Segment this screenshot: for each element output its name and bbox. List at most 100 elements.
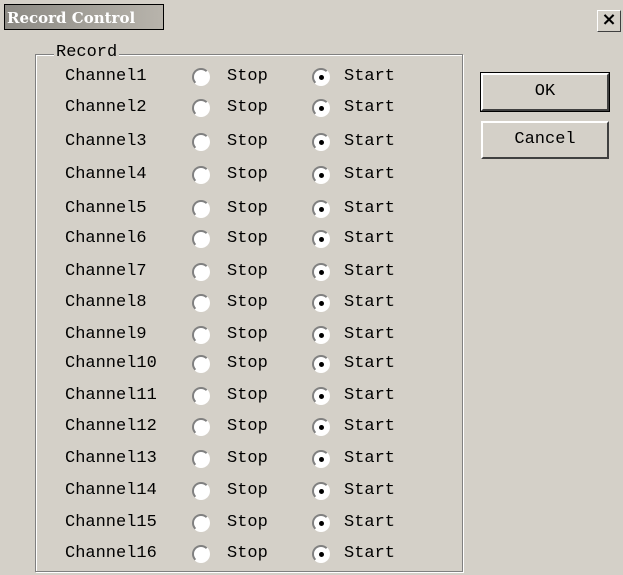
stop-radio[interactable] [192, 230, 210, 248]
start-radio[interactable] [312, 263, 330, 281]
channel-label: Channel14 [65, 481, 157, 500]
channel-label: Channel9 [65, 325, 147, 344]
start-radio[interactable] [312, 355, 330, 373]
channel-row: Channel14 Stop Start [0, 478, 463, 504]
start-label[interactable]: Start [344, 541, 395, 567]
stop-label[interactable]: Stop [227, 95, 268, 121]
start-label[interactable]: Start [344, 510, 395, 536]
stop-radio[interactable] [192, 355, 210, 373]
stop-radio[interactable] [192, 294, 210, 312]
start-radio[interactable] [312, 545, 330, 563]
start-radio[interactable] [312, 200, 330, 218]
channel-label: Channel11 [65, 386, 157, 405]
channel-label: Channel4 [65, 165, 147, 184]
channel-label: Channel10 [65, 354, 157, 373]
stop-label[interactable]: Stop [227, 259, 268, 285]
start-radio[interactable] [312, 68, 330, 86]
stop-radio[interactable] [192, 200, 210, 218]
stop-label[interactable]: Stop [227, 322, 268, 348]
channel-label: Channel16 [65, 544, 157, 563]
stop-radio[interactable] [192, 387, 210, 405]
stop-label[interactable]: Stop [227, 446, 268, 472]
stop-radio[interactable] [192, 450, 210, 468]
stop-label[interactable]: Stop [227, 196, 268, 222]
ok-button[interactable]: OK [480, 72, 610, 112]
start-label[interactable]: Start [344, 196, 395, 222]
stop-label[interactable]: Stop [227, 541, 268, 567]
start-radio[interactable] [312, 387, 330, 405]
start-label[interactable]: Start [344, 162, 395, 188]
stop-label[interactable]: Stop [227, 162, 268, 188]
channel-label: Channel7 [65, 262, 147, 281]
start-radio[interactable] [312, 99, 330, 117]
start-label[interactable]: Start [344, 383, 395, 409]
channel-row: Channel9 Stop Start [0, 322, 463, 348]
stop-label[interactable]: Stop [227, 129, 268, 155]
channel-label: Channel15 [65, 513, 157, 532]
channel-row: Channel13 Stop Start [0, 446, 463, 472]
stop-label[interactable]: Stop [227, 351, 268, 377]
close-button[interactable]: × [597, 10, 621, 32]
start-radio[interactable] [312, 294, 330, 312]
channel-row: Channel15 Stop Start [0, 510, 463, 536]
start-radio[interactable] [312, 450, 330, 468]
start-label[interactable]: Start [344, 351, 395, 377]
stop-radio[interactable] [192, 166, 210, 184]
stop-label[interactable]: Stop [227, 510, 268, 536]
stop-label[interactable]: Stop [227, 226, 268, 252]
stop-label[interactable]: Stop [227, 383, 268, 409]
channel-label: Channel3 [65, 132, 147, 151]
channel-row: Channel12 Stop Start [0, 414, 463, 440]
start-label[interactable]: Start [344, 95, 395, 121]
stop-label[interactable]: Stop [227, 64, 268, 90]
record-group-label: Record [54, 43, 120, 63]
stop-label[interactable]: Stop [227, 478, 268, 504]
start-label[interactable]: Start [344, 478, 395, 504]
start-label[interactable]: Start [344, 446, 395, 472]
channel-label: Channel1 [65, 67, 147, 86]
stop-radio[interactable] [192, 482, 210, 500]
window-title: Record Control [4, 4, 164, 30]
start-radio[interactable] [312, 166, 330, 184]
start-label[interactable]: Start [344, 322, 395, 348]
channel-label: Channel6 [65, 229, 147, 248]
record-control-dialog: Record Control × Record Channel1 Stop Star… [0, 0, 623, 575]
cancel-button[interactable]: Cancel [481, 121, 609, 159]
channel-label: Channel2 [65, 98, 147, 117]
stop-radio[interactable] [192, 326, 210, 344]
channel-row: Channel1 Stop Start [0, 64, 463, 90]
stop-label[interactable]: Stop [227, 290, 268, 316]
start-radio[interactable] [312, 326, 330, 344]
title-bar: Record Control × [0, 0, 623, 38]
start-radio[interactable] [312, 133, 330, 151]
channel-label: Channel12 [65, 417, 157, 436]
start-label[interactable]: Start [344, 226, 395, 252]
channel-row: Channel10 Stop Start [0, 351, 463, 377]
channel-row: Channel4 Stop Start [0, 162, 463, 188]
start-radio[interactable] [312, 418, 330, 436]
channel-row: Channel3 Stop Start [0, 129, 463, 155]
start-radio[interactable] [312, 514, 330, 532]
stop-radio[interactable] [192, 68, 210, 86]
channel-row: Channel8 Stop Start [0, 290, 463, 316]
channel-row: Channel5 Stop Start [0, 196, 463, 222]
stop-radio[interactable] [192, 99, 210, 117]
channel-row: Channel7 Stop Start [0, 259, 463, 285]
channel-row: Channel6 Stop Start [0, 226, 463, 252]
start-label[interactable]: Start [344, 259, 395, 285]
stop-radio[interactable] [192, 263, 210, 281]
stop-radio[interactable] [192, 514, 210, 532]
start-radio[interactable] [312, 230, 330, 248]
channel-row: Channel16 Stop Start [0, 541, 463, 567]
start-label[interactable]: Start [344, 129, 395, 155]
channel-label: Channel8 [65, 293, 147, 312]
start-label[interactable]: Start [344, 414, 395, 440]
start-label[interactable]: Start [344, 290, 395, 316]
start-label[interactable]: Start [344, 64, 395, 90]
start-radio[interactable] [312, 482, 330, 500]
stop-radio[interactable] [192, 133, 210, 151]
channel-label: Channel13 [65, 449, 157, 468]
stop-radio[interactable] [192, 418, 210, 436]
stop-radio[interactable] [192, 545, 210, 563]
stop-label[interactable]: Stop [227, 414, 268, 440]
